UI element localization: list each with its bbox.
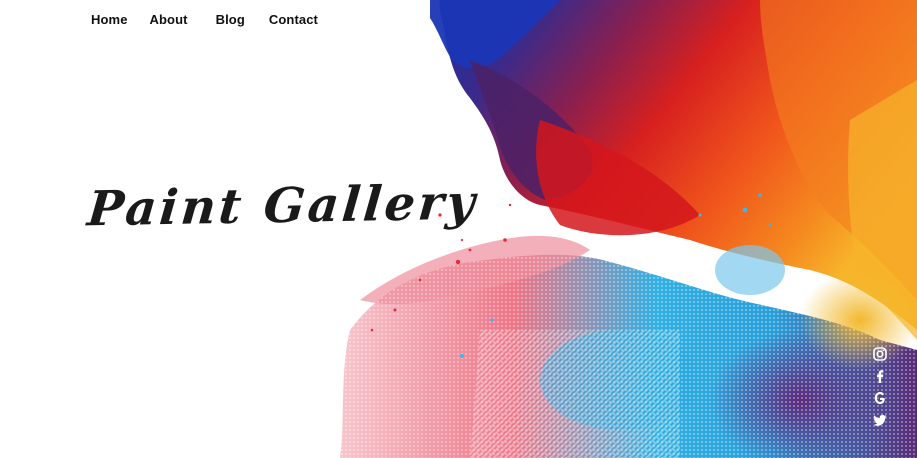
page: Home About Blog Contact Paint Gallery [0,0,917,458]
main-nav: Home About Blog Contact [91,12,318,28]
instagram-icon[interactable] [872,346,888,362]
facebook-icon[interactable] [872,368,888,384]
hero-title: Paint Gallery [85,174,480,238]
social-links [871,346,889,428]
nav-blog-link[interactable]: Blog [216,12,245,28]
twitter-icon[interactable] [872,412,888,428]
nav-home-link[interactable]: Home [91,12,128,28]
google-plus-icon[interactable] [872,390,888,406]
nav-contact-link[interactable]: Contact [269,12,318,28]
nav-about-link[interactable]: About [150,12,188,28]
